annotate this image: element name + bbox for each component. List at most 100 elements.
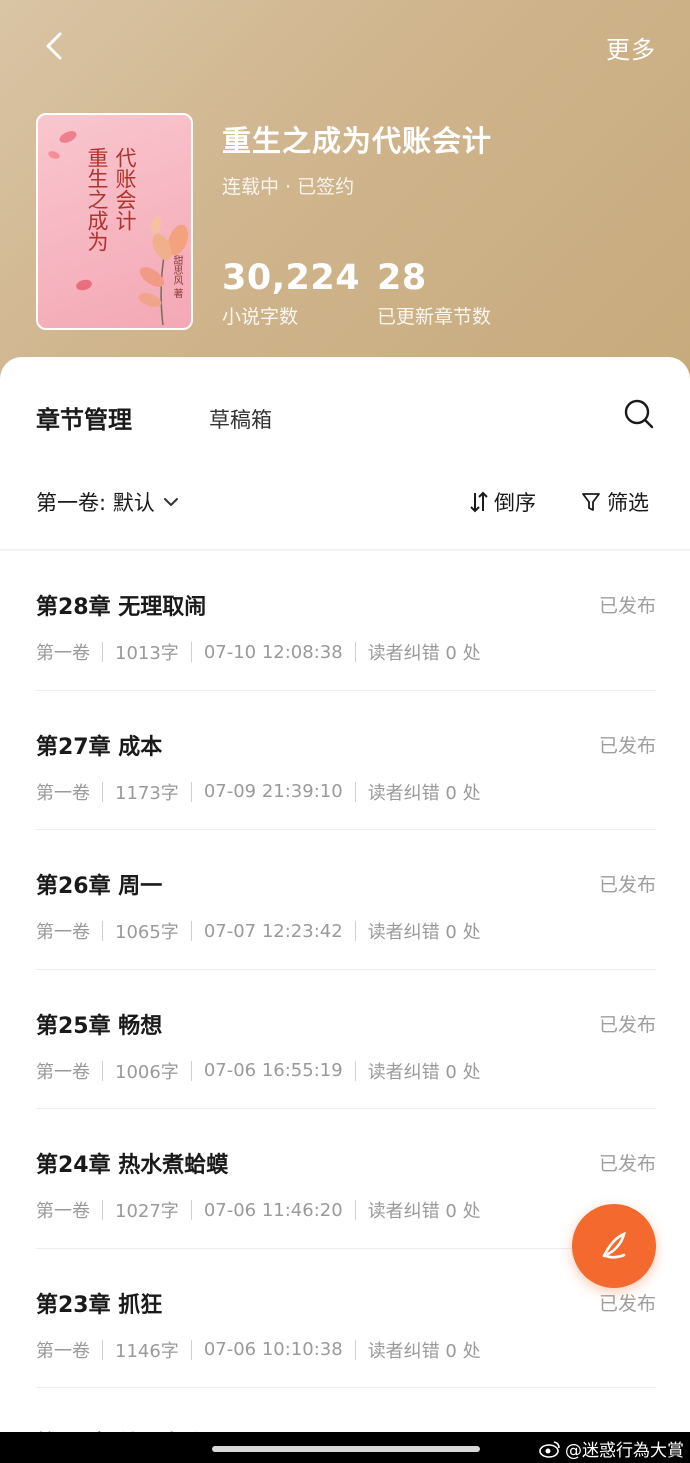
chapter-publish-time: 07-06 10:10:38 [203,1339,343,1360]
chapter-publish-time: 07-07 12:23:42 [203,920,343,942]
chapter-meta: 第一卷 1013字 07-10 12:08:38 读者纠错 0 处 [36,639,481,665]
chapter-word-count: 1006字 [115,1061,179,1083]
stat-label: 小说字数 [222,306,299,328]
chapter-meta: 第一卷 1065字 07-07 12:23:42 读者纠错 0 处 [36,918,481,944]
chapter-title: 第27章 成本 [36,734,163,760]
write-icon [602,1231,626,1259]
chapter-status: 已发布 [598,1153,656,1175]
sort-label: 倒序 [494,491,536,515]
chapter-meta: 第一卷 1006字 07-06 16:55:19 读者纠错 0 处 [36,1058,481,1084]
watermark-text: @迷惑行為大賞 [565,1441,684,1461]
chapter-word-count: 1013字 [115,643,179,664]
chapter-status: 已发布 [598,595,656,617]
separator [354,1339,356,1360]
stat-word-count: 30,224 小说字数 [222,256,360,329]
watermark: @迷惑行為大賞 [539,1436,684,1461]
chapter-row[interactable]: 第26章 周一 已发布第一卷 1065字 07-07 12:23:42 读者纠错 0 处 [0,830,690,970]
tab-drafts[interactable]: 草稿箱 [209,404,272,434]
sort-icon [470,491,488,513]
separator [354,642,356,662]
chapter-volume: 第一卷 [36,1061,90,1083]
chapter-panel: 章节管理 草稿箱 第一卷: 默认 倒序 筛选 第28章 无理取闹 已发布 第一卷 10… [0,357,690,1463]
search-button[interactable] [624,399,654,429]
filter-label: 筛选 [607,491,649,515]
chapter-title: 第23章 抓狂 [36,1292,163,1318]
separator [354,921,356,941]
chapter-publish-time: 07-09 21:39:10 [203,781,343,802]
chapter-row[interactable]: 第27章 成本 已发布第一卷 1173字 07-09 21:39:10 读者纠错 0 处 [0,691,690,831]
home-indicator[interactable] [212,1446,480,1452]
chapter-row[interactable]: 第28章 无理取闹 已发布第一卷 1013字 07-10 12:08:38 读者纠错 0… [0,551,690,691]
stat-chapter-count: 28 已更新章节数 [377,256,491,329]
cover-author: 甜思风 著 [171,255,182,299]
chapter-errata: 读者纠错 0 处 [367,922,481,943]
chapter-volume: 第一卷 [36,1340,90,1362]
chapter-errata: 读者纠错 0 处 [367,1340,481,1362]
chapter-title: 第28章 无理取闹 [36,595,207,620]
separator [102,921,103,941]
chapter-errata: 读者纠错 0 处 [367,782,481,804]
chapter-publish-time: 07-10 12:08:38 [203,641,343,663]
separator [190,1060,192,1081]
chapter-publish-time: 07-06 11:46:20 [203,1199,343,1221]
chapter-title: 第25章 畅想 [36,1013,163,1039]
chapter-status: 已发布 [598,1013,656,1036]
book-status: 连载中 · 已签约 [222,176,355,198]
chapter-meta: 第一卷 1027字 07-06 11:46:20 读者纠错 0 处 [36,1197,481,1223]
separator [190,781,192,802]
chapter-volume: 第一卷 [36,643,90,664]
chapter-volume: 第一卷 [36,782,90,804]
chapter-list: 第28章 无理取闹 已发布 第一卷 1013字 07-10 12:08:38 读者纠错 0… [0,551,690,1463]
chapter-volume: 第一卷 [36,922,90,943]
sort-button[interactable]: 倒序 [470,487,536,517]
separator [354,1200,356,1220]
chapter-errata: 读者纠错 0 处 [367,1061,481,1083]
more-button[interactable]: 更多 [606,30,656,65]
chapter-row[interactable]: 第25章 畅想 已发布第一卷 1006字 07-06 16:55:19 读者纠错 0 处 [0,970,690,1110]
volume-label: 第一卷: 默认 [36,491,155,515]
stat-value: 28 [377,258,427,298]
stat-label: 已更新章节数 [377,306,492,328]
chapter-word-count: 1065字 [115,922,179,943]
book-header: 更多 代账会计 重生之成为 甜思风 著 重生之成为代账会计 连载中 · 已签约 … [0,0,690,400]
separator [190,1339,192,1360]
volume-selector[interactable]: 第一卷: 默认 [36,487,179,517]
chevron-down-icon [163,498,178,506]
weibo-icon [539,1440,560,1458]
chapter-status: 已发布 [598,1292,656,1315]
separator [102,1200,103,1220]
separator [190,921,192,941]
write-chapter-button[interactable] [572,1204,656,1288]
chapter-word-count: 1027字 [115,1201,179,1222]
chapter-title: 第26章 周一 [36,874,163,899]
filter-icon [582,493,600,511]
tab-chapter-management[interactable]: 章节管理 [36,400,132,435]
back-icon [46,32,62,60]
chapter-word-count: 1173字 [115,782,179,804]
chapter-word-count: 1146字 [115,1340,179,1362]
book-cover: 代账会计 重生之成为 甜思风 著 [36,113,193,330]
back-button[interactable] [36,28,72,64]
cover-title-right: 代账会计 [113,147,137,231]
chapter-meta: 第一卷 1173字 07-09 21:39:10 读者纠错 0 处 [36,779,481,805]
book-title: 重生之成为代账会计 [222,124,493,158]
separator [354,1060,356,1081]
chapter-volume: 第一卷 [36,1201,90,1222]
chapter-title: 第24章 热水煮蛤蟆 [36,1153,229,1178]
chapter-errata: 读者纠错 0 处 [367,643,481,664]
separator [102,642,103,662]
separator [190,642,192,662]
separator [354,781,356,802]
chapter-publish-time: 07-06 16:55:19 [203,1060,343,1081]
stat-value: 30,224 [222,258,361,298]
separator [102,1060,103,1081]
separator [190,1200,192,1220]
chapter-status: 已发布 [598,874,656,896]
chapter-status: 已发布 [598,734,656,757]
search-icon [624,399,654,429]
cover-title-left: 重生之成为 [85,147,109,252]
separator [102,781,103,802]
chapter-meta: 第一卷 1146字 07-06 10:10:38 读者纠错 0 处 [36,1337,481,1363]
separator [102,1339,103,1360]
filter-button[interactable]: 筛选 [581,487,649,517]
